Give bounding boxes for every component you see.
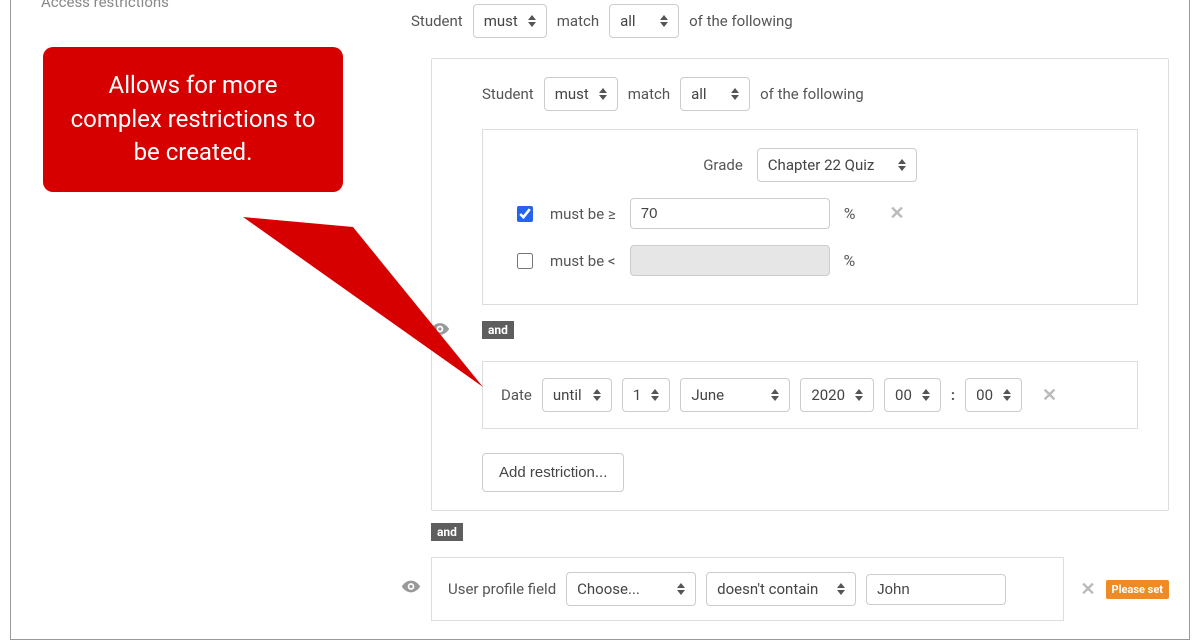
profile-field-value: Choose... [577,580,640,598]
date-direction-value: until [553,386,582,404]
nested-restriction-set: Student must match all of the following … [431,58,1169,511]
time-colon: : [951,386,955,404]
chevron-updown-icon [837,583,845,595]
select-profile-operator[interactable]: doesn't contain [706,572,856,606]
checkbox-max[interactable] [517,253,533,269]
label-of-following: of the following [689,12,793,30]
profile-operator-value: doesn't contain [717,580,818,598]
select-date-hour[interactable]: 00 [884,378,941,412]
date-minute-value: 00 [976,386,993,404]
checkbox-min[interactable] [517,206,533,222]
label-of-following-inner: of the following [760,85,864,103]
date-year-value: 2020 [811,386,845,404]
select-profile-field[interactable]: Choose... [566,572,696,606]
date-hour-value: 00 [895,386,912,404]
select-date-year[interactable]: 2020 [800,378,874,412]
and-connector-outer: and [431,523,463,541]
section-heading: Access restrictions [41,0,169,11]
chevron-updown-icon [528,15,536,27]
select-must-value: must [484,12,518,30]
select-all[interactable]: all [609,4,679,38]
profile-condition-row: User profile field Choose... doesn't con… [431,557,1169,621]
profile-condition: User profile field Choose... doesn't con… [431,557,1064,621]
inner-match-row: Student must match all of the following [482,77,1148,111]
label-user-profile-field: User profile field [448,580,556,598]
select-must-inner[interactable]: must [544,77,618,111]
input-profile-value[interactable] [866,574,1006,605]
select-date-direction[interactable]: until [542,378,612,412]
eye-icon[interactable] [401,577,421,602]
select-all-inner[interactable]: all [680,77,750,111]
delete-grade-button[interactable]: ✕ [889,203,904,224]
annotation-callout: Allows for more complex restrictions to … [43,47,343,192]
select-all-inner-value: all [691,85,706,103]
chevron-updown-icon [593,389,601,401]
label-min: must be ≥ [550,205,616,223]
chevron-updown-icon [771,389,779,401]
chevron-updown-icon [677,583,685,595]
select-grade-item[interactable]: Chapter 22 Quiz [757,148,917,182]
chevron-updown-icon [599,88,607,100]
label-student: Student [411,12,463,30]
label-date: Date [501,386,532,404]
input-max-value [630,245,830,276]
select-all-value: all [620,12,635,30]
date-condition: Date until 1 June 2020 [482,361,1138,429]
label-match: match [557,12,599,30]
chevron-updown-icon [855,389,863,401]
date-day-value: 1 [633,386,641,404]
chevron-updown-icon [651,389,659,401]
chevron-updown-icon [898,159,906,171]
select-must-inner-value: must [555,85,589,103]
select-must[interactable]: must [473,4,547,38]
restrictions-form: Student must match all of the following … [411,0,1169,621]
please-set-badge: Please set [1106,580,1169,599]
callout-tail [173,207,493,427]
chevron-updown-icon [660,15,668,27]
grade-item-value: Chapter 22 Quiz [768,156,875,174]
select-date-month[interactable]: June [680,378,790,412]
select-date-day[interactable]: 1 [622,378,670,412]
date-month-value: June [691,386,724,404]
label-student-inner: Student [482,85,534,103]
chevron-updown-icon [922,389,930,401]
grade-condition: Grade Chapter 22 Quiz must be ≥ % ✕ [482,129,1138,305]
outer-match-row: Student must match all of the following [411,4,1169,38]
callout-text: Allows for more complex restrictions to … [43,47,343,192]
chevron-updown-icon [1003,389,1011,401]
label-match-inner: match [628,85,670,103]
page-frame: Access restrictions Allows for more comp… [10,0,1190,640]
add-restriction-button[interactable]: Add restriction... [482,453,624,492]
input-min-value[interactable] [630,198,830,229]
label-max: must be < [550,252,616,270]
delete-profile-button[interactable]: ✕ [1080,579,1095,600]
select-date-minute[interactable]: 00 [965,378,1022,412]
label-pct-2: % [844,251,856,270]
label-grade: Grade [703,156,743,174]
label-pct: % [844,204,856,223]
chevron-updown-icon [731,88,739,100]
delete-date-button[interactable]: ✕ [1042,385,1057,406]
